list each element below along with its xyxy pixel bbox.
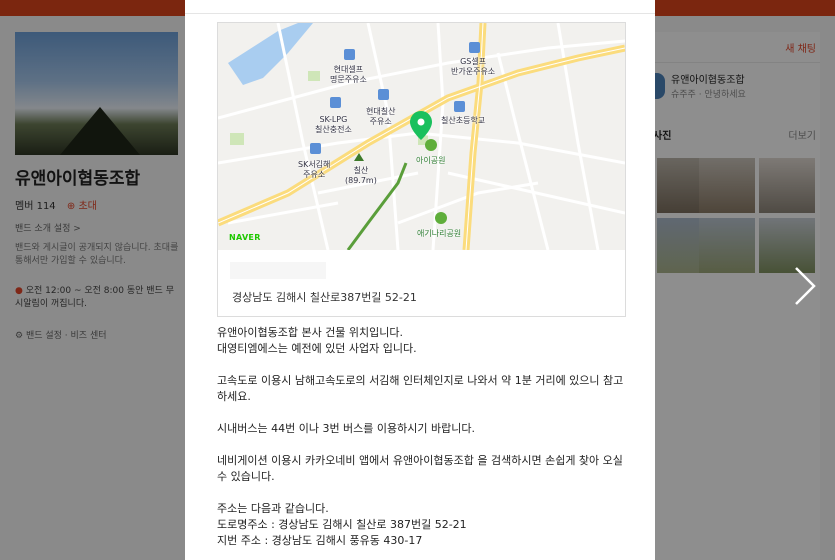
location-map[interactable]: 현대셀프 명문주유소 GS셀프 반가운주유소 현대칠산 주유소 SK-LPG 칠산충전소… xyxy=(218,23,625,250)
post-paragraph: 주소는 다음과 같습니다. 도로명주소 : 경상남도 김해시 칠산로 387번길… xyxy=(217,501,627,549)
post-paragraph: 유앤아이협동조합 본사 건물 위치입니다. 대영티엠에스는 예전에 있던 사업자… xyxy=(217,325,627,357)
place-name-placeholder xyxy=(230,262,326,279)
post-line: 대영티엠에스는 예전에 있던 사업자 입니다. xyxy=(217,342,417,355)
map-label-ai-park: 아이공원 xyxy=(416,156,446,165)
map-label-hyundai-self: 현대셀프 명문주유소 xyxy=(330,65,367,84)
map-label-hyundai-chilsan: 현대칠산 주유소 xyxy=(366,107,396,126)
map-label-sk-lpg: SK-LPG 칠산충전소 xyxy=(315,115,352,134)
naver-logo: NAVER xyxy=(229,233,261,242)
map-label-aegi-park: 애기나리공원 xyxy=(417,229,462,238)
post-line: 네비게이션 이용시 카카오네비 앱에서 유앤아이협동조합 을 검색하시면 손쉽게… xyxy=(217,454,623,483)
map-graphic xyxy=(218,23,625,250)
post-line: 지번 주소 : 경상남도 김해시 풍유동 430-17 xyxy=(217,534,423,547)
post-line: 시내버스는 44번 이나 3번 버스를 이용하시기 바랍니다. xyxy=(217,422,475,435)
post-line: 유앤아이협동조합 본사 건물 위치입니다. xyxy=(217,326,404,339)
post-body: 유앤아이협동조합 본사 건물 위치입니다. 대영티엠에스는 예전에 있던 사업자… xyxy=(217,325,627,549)
location-card[interactable]: 현대셀프 명문주유소 GS셀프 반가운주유소 현대칠산 주유소 SK-LPG 칠산충전소… xyxy=(217,22,626,317)
post-detail-modal: 현대셀프 명문주유소 GS셀프 반가운주유소 현대칠산 주유소 SK-LPG 칠산충전소… xyxy=(185,0,655,560)
map-label-chilsan-school: 칠산초등학교 xyxy=(441,116,486,125)
map-label-gs-self: GS셀프 반가운주유소 xyxy=(451,57,496,76)
post-line: 고속도로 이용시 남해고속도로의 서김해 인터체인지로 나와서 약 1분 거리에… xyxy=(217,374,624,403)
next-arrow-icon[interactable] xyxy=(790,264,820,308)
post-line: 주소는 다음과 같습니다. xyxy=(217,502,329,515)
map-label-chilsan-mountain: 칠산 (89.7m) xyxy=(345,166,377,185)
place-address[interactable]: 경상남도 김해시 칠산로387번길 52-21 xyxy=(232,289,417,305)
post-paragraph: 시내버스는 44번 이나 3번 버스를 이용하시기 바랍니다. xyxy=(217,421,627,437)
post-paragraph: 고속도로 이용시 남해고속도로의 서김해 인터체인지로 나와서 약 1분 거리에… xyxy=(217,373,627,405)
post-line: 도로명주소 : 경상남도 김해시 칠산로 387번길 52-21 xyxy=(217,518,467,531)
divider xyxy=(185,13,655,14)
post-paragraph: 네비게이션 이용시 카카오네비 앱에서 유앤아이협동조합 을 검색하시면 손쉽게… xyxy=(217,453,627,485)
map-label-sk-gimhae: SK서김해 주유소 xyxy=(298,160,331,179)
